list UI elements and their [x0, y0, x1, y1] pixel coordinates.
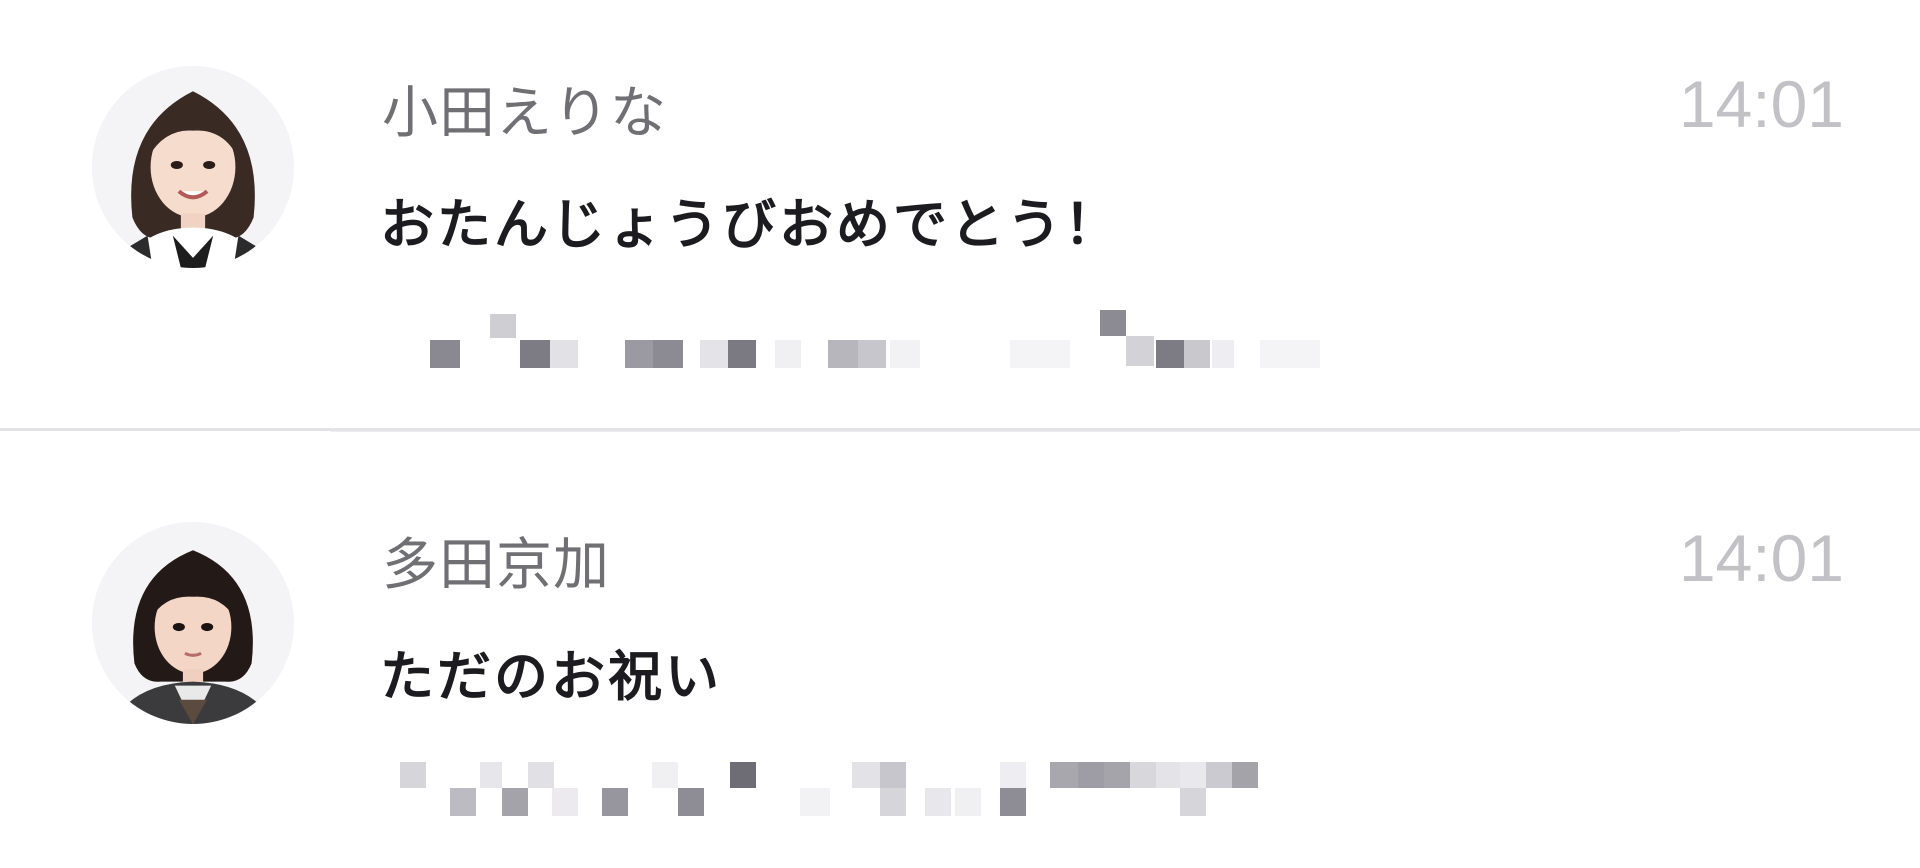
message-preview-blurred [400, 762, 1700, 842]
avatar[interactable] [92, 522, 294, 724]
message-timestamp: 14:01 [1678, 67, 1844, 141]
pixelated-preview-graphic [400, 762, 1258, 816]
avatar[interactable] [92, 66, 294, 268]
message-preview-blurred [400, 300, 1700, 380]
sender-name: 多田京加 [382, 533, 610, 598]
message-text: おたんじょうびおめでとう！ [380, 193, 1121, 256]
message-timestamp: 14:01 [1678, 521, 1844, 595]
pixelated-preview-graphic [430, 310, 1320, 368]
message-row[interactable]: 小田えりな 14:01 おたんじょうびおめでとう！ [0, 0, 1920, 430]
person-avatar-icon [92, 66, 294, 268]
message-text: ただのお祝い [380, 645, 722, 708]
message-list: 小田えりな 14:01 おたんじょうびおめでとう！ 多田京加 14:01 ただの… [0, 0, 1920, 868]
message-row[interactable]: 多田京加 14:01 ただのお祝い [0, 432, 1920, 868]
sender-name: 小田えりな [382, 81, 667, 146]
person-avatar-icon [92, 522, 294, 724]
